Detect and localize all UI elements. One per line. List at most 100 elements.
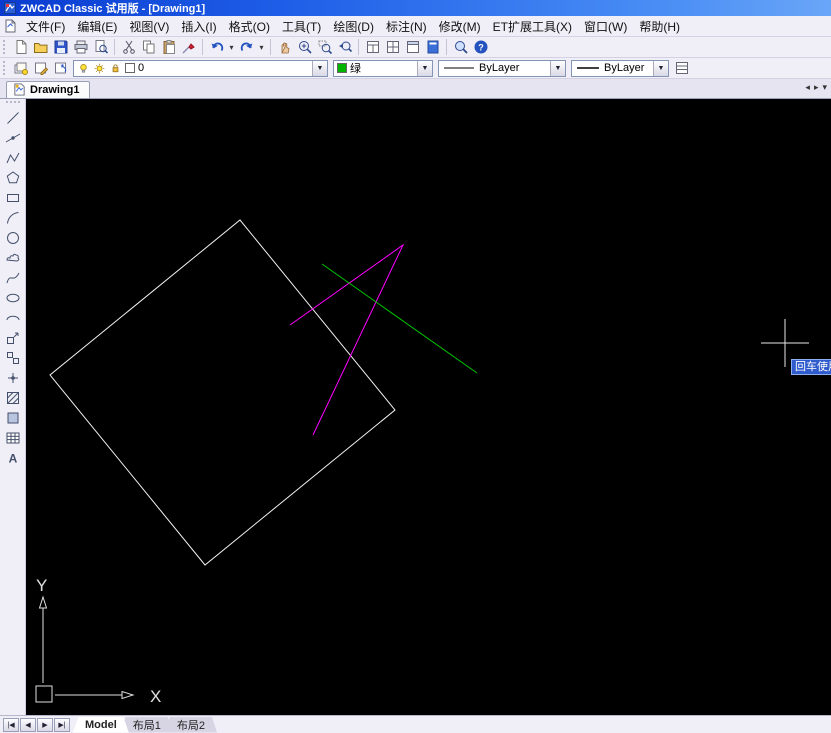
- lineweight-combo-arrow[interactable]: ▼: [653, 60, 668, 76]
- properties-palette-button[interactable]: [423, 38, 442, 56]
- view-manager-button[interactable]: [363, 38, 382, 56]
- quick-select-icon: [675, 62, 688, 74]
- menu-modify[interactable]: 修改(M): [433, 16, 487, 37]
- polygon-button[interactable]: [2, 168, 24, 188]
- print-preview-button[interactable]: [91, 38, 110, 56]
- match-properties-button[interactable]: [179, 38, 198, 56]
- cut-button[interactable]: [119, 38, 138, 56]
- zoom-previous-icon: [338, 41, 352, 53]
- document-icon[interactable]: [3, 19, 17, 33]
- zoom-magnifier-button[interactable]: [451, 38, 470, 56]
- table-button[interactable]: [2, 428, 24, 448]
- construction-line-button[interactable]: [2, 128, 24, 148]
- hatch-button[interactable]: [2, 388, 24, 408]
- lineweight-preview-icon: [577, 67, 599, 69]
- first-tab-icon: |◀: [7, 721, 15, 729]
- zoom-window-button[interactable]: [315, 38, 334, 56]
- linetype-combo-value: ByLayer: [439, 62, 550, 74]
- tab-navigation: ◂ ▸ ▾: [805, 82, 827, 93]
- next-tab-button[interactable]: ▶: [37, 717, 53, 732]
- toolbar-separator: [358, 39, 359, 55]
- menu-edit[interactable]: 编辑(E): [71, 16, 123, 37]
- color-combo[interactable]: 绿 ▼: [333, 59, 433, 77]
- layer-lock-icon[interactable]: [109, 62, 122, 75]
- pan-button[interactable]: [275, 38, 294, 56]
- first-tab-button[interactable]: |◀: [3, 717, 19, 732]
- spline-button[interactable]: [2, 268, 24, 288]
- circle-button[interactable]: [2, 228, 24, 248]
- arc-button[interactable]: [2, 208, 24, 228]
- redo-dropdown[interactable]: ▾: [257, 43, 266, 52]
- sheet-view-button[interactable]: [403, 38, 422, 56]
- tab-scroll-left-icon[interactable]: ◂: [805, 82, 810, 93]
- menu-help[interactable]: 帮助(H): [633, 16, 686, 37]
- paste-button[interactable]: [159, 38, 178, 56]
- cut-icon: [122, 40, 135, 54]
- menu-window[interactable]: 窗口(W): [578, 16, 633, 37]
- toolbar-grip[interactable]: [3, 61, 7, 75]
- prev-tab-button[interactable]: ◀: [20, 717, 36, 732]
- viewports-button[interactable]: [383, 38, 402, 56]
- last-tab-button[interactable]: ▶|: [54, 717, 70, 732]
- menu-file[interactable]: 文件(F): [20, 16, 71, 37]
- color-name: 绿: [350, 63, 361, 75]
- toolbar-separator: [270, 39, 271, 55]
- linetype-combo[interactable]: ByLayer ▼: [438, 59, 566, 77]
- make-block-button[interactable]: [2, 348, 24, 368]
- linetype-combo-arrow[interactable]: ▼: [550, 60, 565, 76]
- layer-on-bulb-icon[interactable]: [77, 62, 90, 75]
- layout-tab-layout1[interactable]: 布局1: [120, 716, 173, 733]
- menu-et-tools[interactable]: ET扩展工具(X): [487, 16, 578, 37]
- color-combo-arrow[interactable]: ▼: [417, 60, 432, 76]
- linetype-preview-icon: [444, 67, 474, 69]
- zoom-realtime-button[interactable]: [295, 38, 314, 56]
- copy-button[interactable]: [139, 38, 158, 56]
- mtext-button[interactable]: A: [2, 448, 24, 468]
- layer-combo[interactable]: 0 ▼: [73, 59, 328, 77]
- menu-draw[interactable]: 绘图(D): [327, 16, 380, 37]
- menu-view[interactable]: 视图(V): [123, 16, 175, 37]
- polyline-button[interactable]: [2, 148, 24, 168]
- toolbar-grip[interactable]: [5, 101, 20, 105]
- save-file-button[interactable]: [51, 38, 70, 56]
- layout-tab-model[interactable]: Model: [73, 716, 129, 733]
- ellipse-button[interactable]: [2, 288, 24, 308]
- print-button[interactable]: [71, 38, 90, 56]
- tab-menu-icon[interactable]: ▾: [822, 82, 827, 93]
- app-icon: [4, 2, 16, 14]
- menu-insert[interactable]: 插入(I): [175, 16, 222, 37]
- revision-cloud-button[interactable]: [2, 248, 24, 268]
- redo-button[interactable]: [237, 38, 256, 56]
- next-tab-icon: ▶: [42, 721, 48, 729]
- table-icon: [6, 432, 19, 444]
- open-file-button[interactable]: [31, 38, 50, 56]
- menu-format[interactable]: 格式(O): [223, 16, 276, 37]
- new-file-button[interactable]: [11, 38, 30, 56]
- quick-select-button[interactable]: [672, 59, 691, 77]
- layer-previous-button[interactable]: [51, 59, 70, 77]
- layer-states-button[interactable]: [31, 59, 50, 77]
- undo-dropdown[interactable]: ▾: [227, 43, 236, 52]
- menu-dimension[interactable]: 标注(N): [380, 16, 433, 37]
- help-button[interactable]: ?: [471, 38, 490, 56]
- ellipse-arc-button[interactable]: [2, 308, 24, 328]
- layout-tab-layout2[interactable]: 布局2: [164, 716, 218, 733]
- toolbar-grip[interactable]: [3, 40, 7, 54]
- document-tab-drawing1[interactable]: Drawing1: [6, 81, 90, 98]
- zoom-previous-button[interactable]: [335, 38, 354, 56]
- region-button[interactable]: [2, 408, 24, 428]
- point-button[interactable]: [2, 368, 24, 388]
- line-button[interactable]: [2, 108, 24, 128]
- layer-combo-arrow[interactable]: ▼: [312, 60, 327, 76]
- layer-freeze-sun-icon[interactable]: [93, 62, 106, 75]
- layer-color-swatch[interactable]: [125, 63, 135, 73]
- menu-tools[interactable]: 工具(T): [276, 16, 327, 37]
- draw-toolbar: A: [0, 99, 26, 715]
- insert-block-button[interactable]: [2, 328, 24, 348]
- rectangle-button[interactable]: [2, 188, 24, 208]
- undo-button[interactable]: [207, 38, 226, 56]
- lineweight-combo[interactable]: ByLayer ▼: [571, 59, 669, 77]
- drawing-canvas[interactable]: Y X 回车使用: [26, 99, 831, 715]
- tab-scroll-right-icon[interactable]: ▸: [814, 82, 819, 93]
- layer-properties-button[interactable]: [11, 59, 30, 77]
